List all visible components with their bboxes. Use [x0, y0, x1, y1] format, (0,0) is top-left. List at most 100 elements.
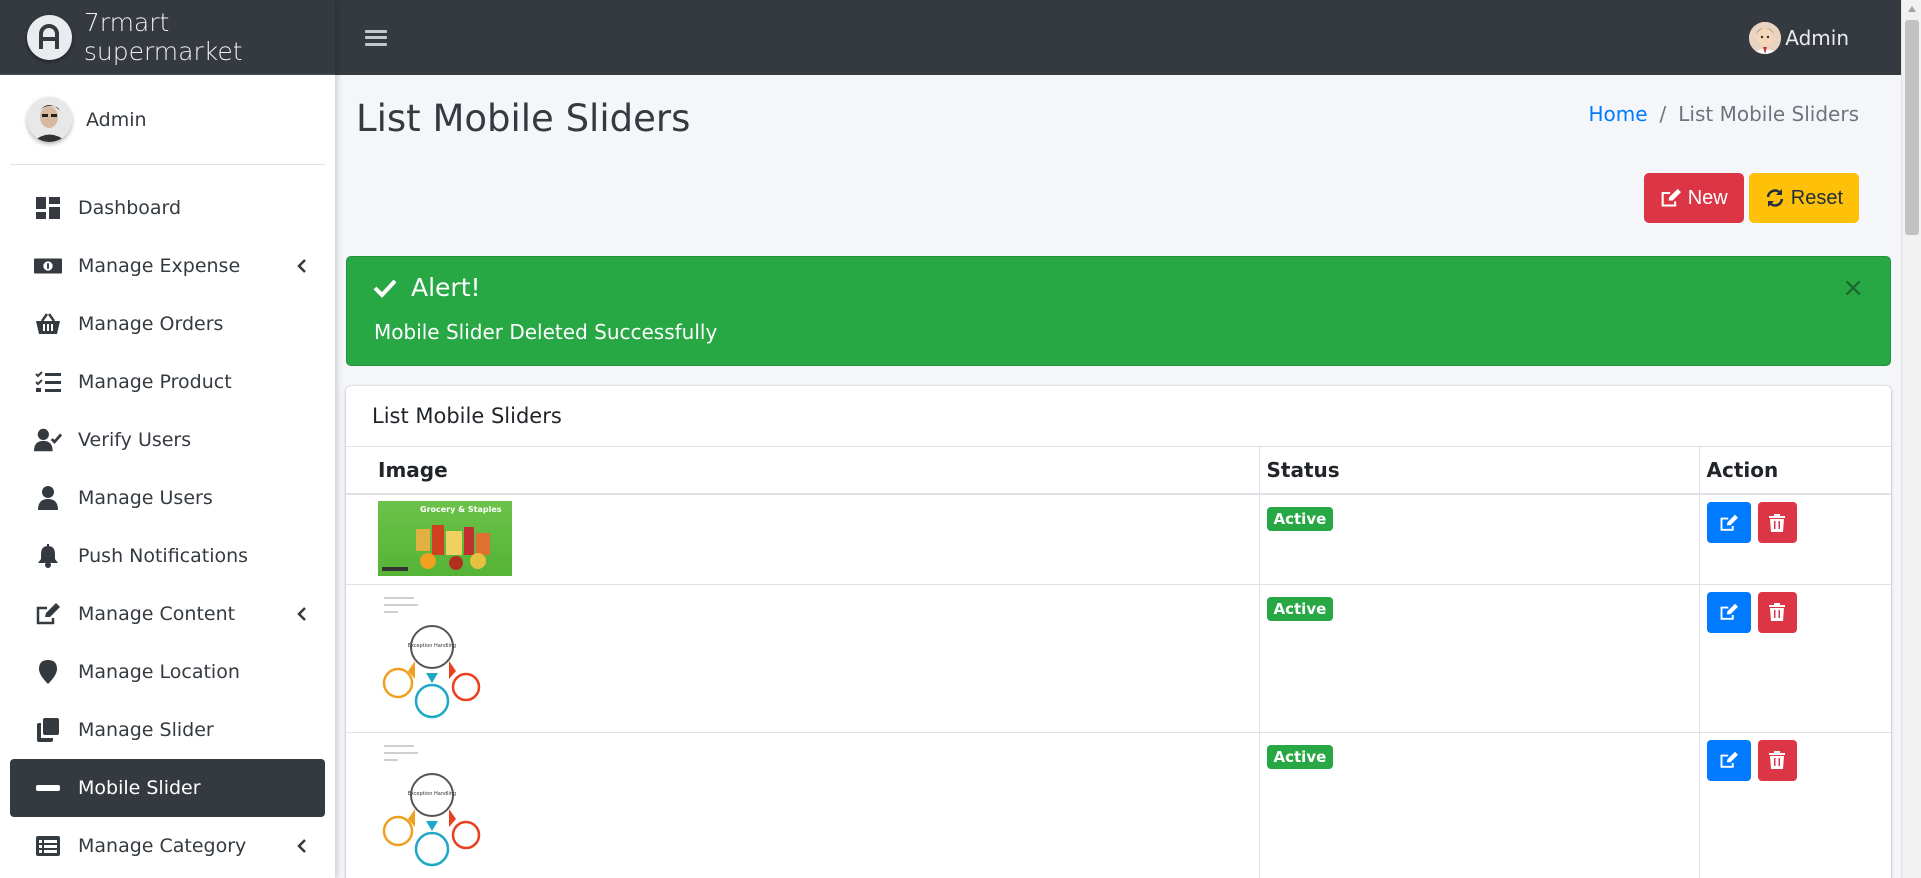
- table-row: Exception Handling Active: [346, 583, 1891, 732]
- page-actions: New Reset: [1643, 173, 1859, 223]
- new-button[interactable]: New: [1643, 173, 1744, 223]
- status-badge: Active: [1266, 596, 1334, 621]
- brand-logo-icon: [27, 14, 72, 60]
- clone-icon: [34, 716, 62, 744]
- alert-header: Alert!: [373, 273, 481, 302]
- alert-title: Alert!: [411, 273, 481, 302]
- hamburger-menu-icon[interactable]: [365, 27, 387, 49]
- status-cell: Active: [1259, 583, 1700, 732]
- scrollbar-thumb[interactable]: [1905, 20, 1919, 235]
- chevron-left-icon: [295, 839, 309, 853]
- dashboard-icon: [34, 194, 62, 222]
- scroll-up-arrow-icon[interactable]: [1902, 0, 1921, 18]
- column-header-action: Action: [1699, 447, 1891, 495]
- top-user-name: Admin: [1785, 25, 1849, 50]
- slider-image: Grocery & Staples: [378, 501, 512, 576]
- delete-button[interactable]: [1757, 739, 1797, 781]
- sidebar-item-verify-users[interactable]: Verify Users: [10, 411, 325, 469]
- list-alt-icon: [34, 832, 62, 860]
- sidebar-item-label: Dashboard: [78, 197, 182, 219]
- edit-button[interactable]: [1706, 591, 1751, 633]
- user-panel[interactable]: Admin: [10, 75, 325, 165]
- sidebar-item-label: Manage Expense: [78, 255, 241, 277]
- top-navbar: Admin: [335, 0, 1901, 75]
- bell-icon: [34, 542, 62, 570]
- sidebar-item-label: Manage Slider: [78, 719, 214, 741]
- sidebar-item-label: Push Notifications: [78, 545, 249, 567]
- page-scrollbar[interactable]: [1901, 0, 1921, 878]
- sidebar-item-manage-users[interactable]: Manage Users: [10, 469, 325, 527]
- breadcrumb-home-link[interactable]: Home: [1588, 102, 1647, 126]
- sidebar-item-label: Manage Content: [78, 603, 236, 625]
- basket-icon: [34, 310, 62, 338]
- avatar: [27, 97, 72, 142]
- sidebar-item-manage-slider[interactable]: Manage Slider: [10, 701, 325, 759]
- slider-image: Exception Handling: [378, 738, 488, 871]
- user-check-icon: [34, 426, 62, 454]
- brand[interactable]: 7rmart supermarket: [0, 0, 335, 75]
- reset-button[interactable]: Reset: [1748, 173, 1859, 223]
- new-button-label: New: [1687, 186, 1728, 209]
- trash-icon: [1769, 751, 1786, 769]
- alert-message: Mobile Slider Deleted Successfully: [374, 320, 718, 344]
- slider-image-cell: Exception Handling: [346, 583, 1260, 732]
- success-alert: Alert! Mobile Slider Deleted Successfull…: [346, 256, 1891, 366]
- action-cell: [1699, 731, 1891, 878]
- money-bill-icon: [34, 252, 62, 280]
- sidebar-item-manage-category[interactable]: Manage Category: [10, 817, 325, 875]
- sidebar-item-label: Manage Category: [78, 835, 247, 857]
- brand-name: 7rmart supermarket: [83, 8, 243, 66]
- sidebar-item-manage-expense[interactable]: Manage Expense: [10, 237, 325, 295]
- chevron-left-icon: [295, 607, 309, 621]
- slider-image-caption: Exception Handling: [408, 643, 456, 649]
- page-title: List Mobile Sliders: [356, 97, 691, 140]
- sidebar-item-label: Verify Users: [78, 429, 192, 451]
- sidebar-item-manage-content[interactable]: Manage Content: [10, 585, 325, 643]
- trash-icon: [1769, 603, 1786, 621]
- map-marker-icon: [34, 658, 62, 686]
- column-header-image: Image: [346, 447, 1260, 495]
- slider-image-caption: Exception Handling: [408, 791, 456, 797]
- table-row: Grocery & Staples Active: [346, 493, 1891, 584]
- edit-icon: [1720, 751, 1738, 768]
- sync-icon: [1766, 189, 1783, 207]
- minus-icon: [34, 774, 62, 802]
- edit-button[interactable]: [1706, 739, 1751, 781]
- sidebar: 7rmart supermarket Admin Dashboard Manag…: [0, 0, 335, 878]
- breadcrumb-separator: /: [1659, 102, 1667, 126]
- sidebar-item-label: Manage Location: [78, 661, 240, 683]
- reset-button-label: Reset: [1790, 186, 1843, 209]
- chevron-left-icon: [295, 259, 309, 273]
- slider-image: Exception Handling: [378, 590, 488, 723]
- action-cell: [1699, 583, 1891, 732]
- status-cell: Active: [1259, 493, 1700, 584]
- delete-button[interactable]: [1757, 502, 1797, 543]
- sidebar-item-manage-location[interactable]: Manage Location: [10, 643, 325, 701]
- trash-icon: [1769, 513, 1786, 532]
- sidebar-item-push-notifications[interactable]: Push Notifications: [10, 527, 325, 585]
- sidebar-item-label: Manage Users: [78, 487, 213, 509]
- card-title: List Mobile Sliders: [346, 386, 1891, 447]
- slider-image-cell: Exception Handling: [346, 731, 1260, 878]
- breadcrumb: Home / List Mobile Sliders: [1588, 102, 1859, 126]
- sidebar-item-label: Mobile Slider: [78, 777, 201, 799]
- user-icon: [34, 484, 62, 512]
- edit-icon: [1661, 188, 1681, 207]
- alert-close-button[interactable]: ×: [1842, 275, 1864, 301]
- sliders-card: List Mobile Sliders Image Status Action: [346, 386, 1891, 878]
- sidebar-item-manage-orders[interactable]: Manage Orders: [10, 295, 325, 353]
- sidebar-item-mobile-slider[interactable]: Mobile Slider: [10, 759, 325, 817]
- sliders-table: Image Status Action Grocery & Staples Ac…: [346, 447, 1891, 878]
- sidebar-item-label: Manage Orders: [78, 313, 224, 335]
- column-header-status: Status: [1259, 447, 1700, 495]
- top-user-menu[interactable]: Admin: [1749, 21, 1849, 54]
- status-badge: Active: [1266, 744, 1334, 769]
- sidebar-item-manage-product[interactable]: Manage Product: [10, 353, 325, 411]
- edit-button[interactable]: [1706, 502, 1751, 543]
- slider-image-cell: Grocery & Staples: [346, 493, 1260, 584]
- delete-button[interactable]: [1757, 591, 1797, 633]
- action-cell: [1699, 493, 1891, 584]
- main-content: List Mobile Sliders Home / List Mobile S…: [335, 75, 1901, 878]
- status-cell: Active: [1259, 731, 1700, 878]
- sidebar-item-dashboard[interactable]: Dashboard: [10, 179, 325, 237]
